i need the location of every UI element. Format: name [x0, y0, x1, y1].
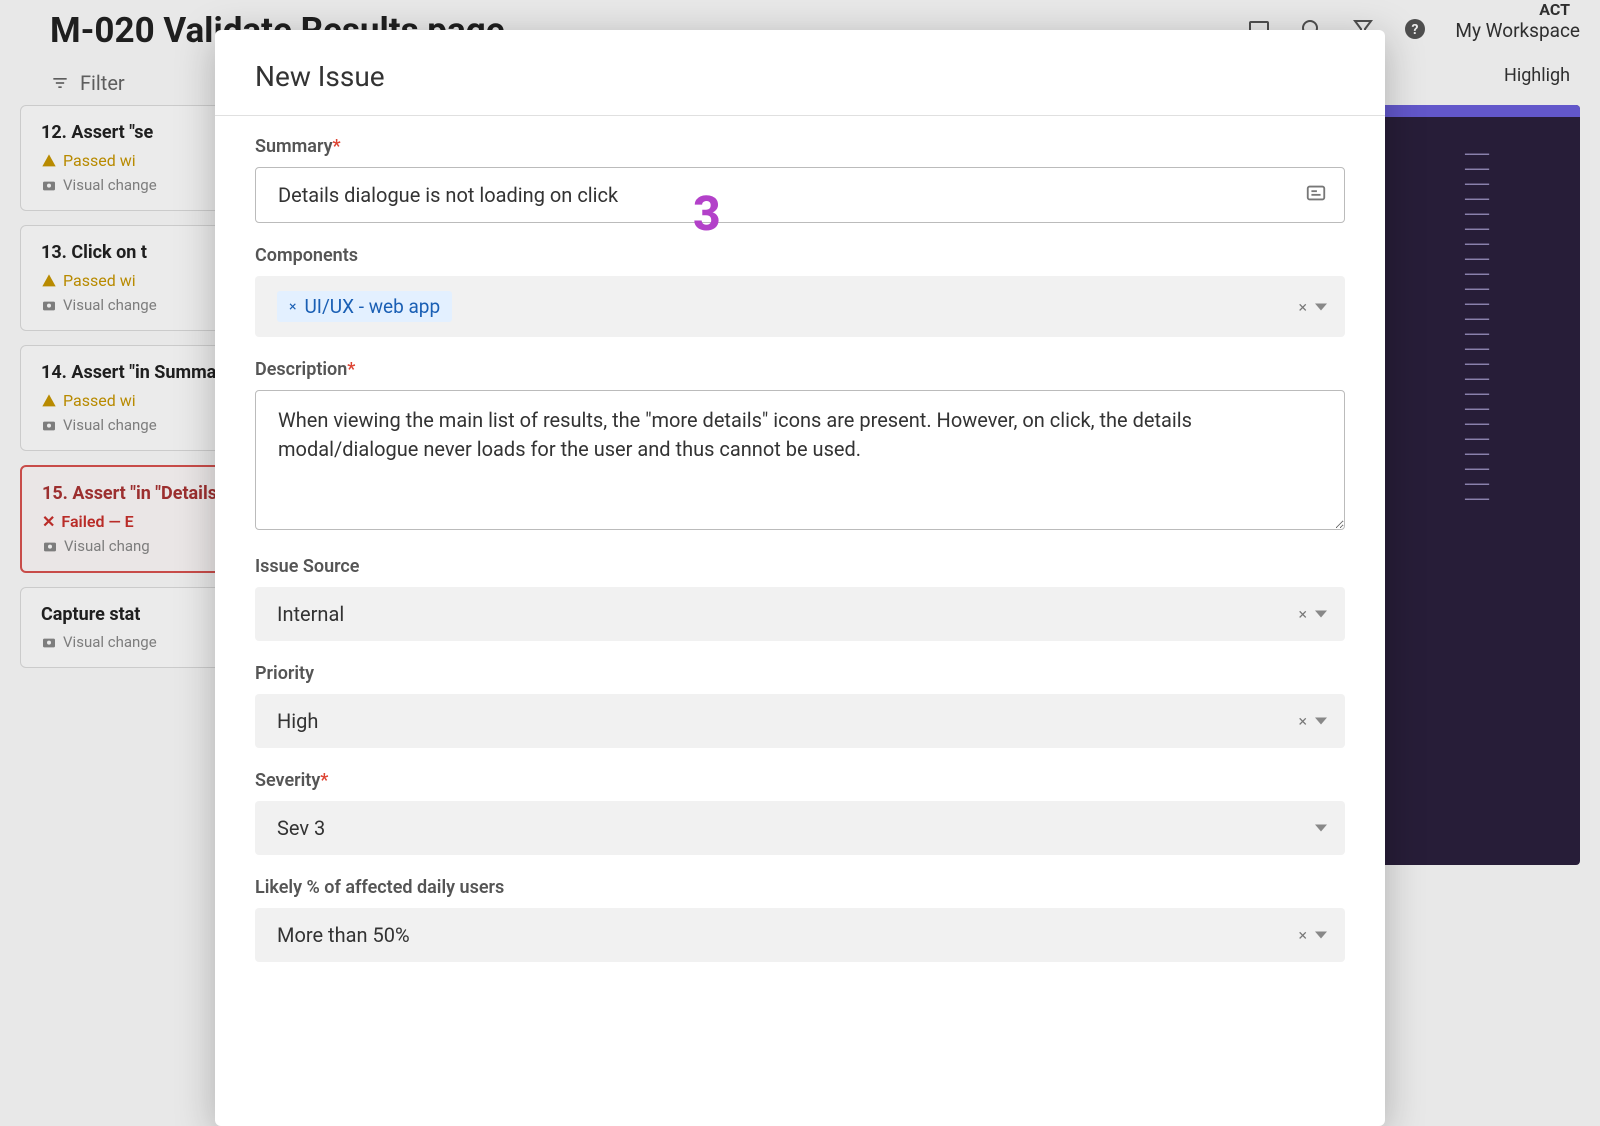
chevron-down-icon[interactable]: [1315, 303, 1327, 310]
chevron-down-icon[interactable]: [1315, 825, 1327, 832]
priority-group: Priority High ×: [255, 663, 1345, 748]
likelypct-select[interactable]: More than 50% ×: [255, 908, 1345, 962]
modal-body: Summary* Components × UI/UX - web app ×: [215, 116, 1385, 1004]
modal-backdrop: New Issue Summary* Components × UI/UX - …: [0, 0, 1600, 1126]
description-textarea[interactable]: [255, 390, 1345, 530]
severity-select[interactable]: Sev 3: [255, 801, 1345, 855]
summary-label: Summary*: [255, 136, 1345, 157]
chevron-down-icon[interactable]: [1315, 611, 1327, 618]
severity-group: Severity* Sev 3: [255, 770, 1345, 855]
chevron-down-icon[interactable]: [1315, 718, 1327, 725]
modal-header: New Issue: [215, 30, 1385, 116]
clear-icon[interactable]: ×: [1298, 712, 1307, 731]
issue-source-label: Issue Source: [255, 556, 1345, 577]
required-asterisk: *: [333, 136, 341, 157]
issue-source-select[interactable]: Internal ×: [255, 587, 1345, 641]
severity-label: Severity*: [255, 770, 1345, 791]
description-label: Description*: [255, 359, 1345, 380]
clear-icon[interactable]: ×: [1298, 297, 1307, 316]
required-asterisk: *: [347, 359, 355, 380]
priority-label: Priority: [255, 663, 1345, 684]
clear-icon[interactable]: ×: [1298, 926, 1307, 945]
required-asterisk: *: [320, 770, 328, 791]
card-icon[interactable]: [1305, 182, 1327, 208]
components-label: Components: [255, 245, 1345, 266]
clear-icon[interactable]: ×: [1298, 605, 1307, 624]
new-issue-modal: New Issue Summary* Components × UI/UX - …: [215, 30, 1385, 1126]
modal-title: New Issue: [255, 60, 385, 93]
likelypct-group: Likely % of affected daily users More th…: [255, 877, 1345, 962]
issue-source-group: Issue Source Internal ×: [255, 556, 1345, 641]
priority-select[interactable]: High ×: [255, 694, 1345, 748]
components-select[interactable]: × UI/UX - web app ×: [255, 276, 1345, 337]
chevron-down-icon[interactable]: [1315, 932, 1327, 939]
component-chip[interactable]: × UI/UX - web app: [277, 291, 452, 322]
summary-group: Summary*: [255, 136, 1345, 223]
chip-remove-icon[interactable]: ×: [289, 299, 296, 315]
likelypct-label: Likely % of affected daily users: [255, 877, 1345, 898]
components-group: Components × UI/UX - web app ×: [255, 245, 1345, 337]
description-group: Description*: [255, 359, 1345, 534]
summary-input[interactable]: [255, 167, 1345, 223]
